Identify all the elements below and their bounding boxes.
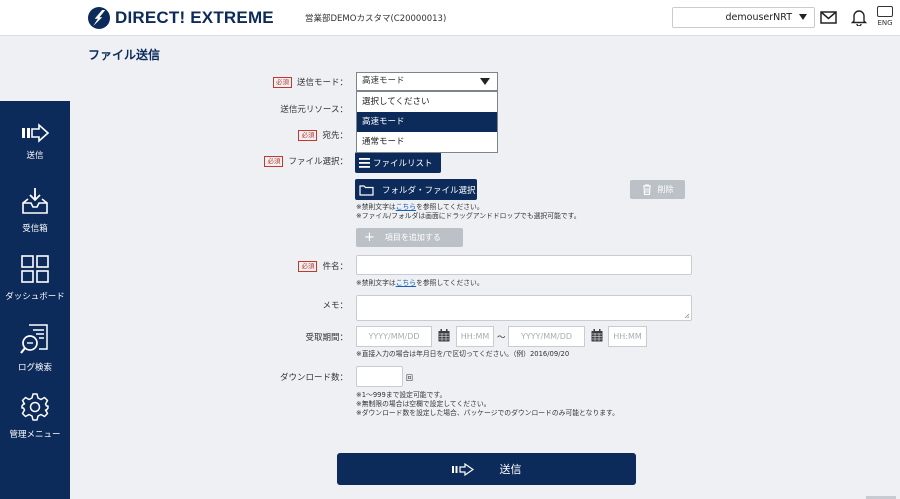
memo-textarea[interactable]	[356, 295, 692, 321]
logo-text: DIRECT! EXTREME	[115, 8, 274, 27]
add-item-button[interactable]: + 項目を追加する	[356, 228, 463, 247]
file-list-button[interactable]: ファイルリスト	[355, 152, 441, 173]
calendar-icon[interactable]	[591, 329, 603, 342]
sidebar-item-admin[interactable]: 管理メニュー	[0, 392, 70, 440]
mode-label-row: 必須 送信モード：	[272, 76, 348, 88]
caret-down-icon	[799, 14, 807, 20]
subject-label-row: 必須 件名：	[298, 260, 348, 272]
grid-icon	[21, 255, 49, 283]
trash-icon	[642, 184, 651, 195]
subject-label: 件名：	[322, 262, 348, 272]
to-label: 宛先：	[322, 131, 348, 141]
sidebar: 送信 受信箱 ダッシュボード ログ検索 管理メニュー	[0, 101, 70, 499]
memo-label: メモ：	[322, 301, 348, 311]
download-note-3: ※ダウンロード数を設定した場合、パッケージでのダウンロードのみ可能となります。	[356, 409, 619, 417]
dropdown-option[interactable]: 通常モード	[357, 132, 497, 152]
date-format-note: ※直接入力の場合は年月日を/で区切ってください。（例）2016/09/20	[356, 350, 570, 358]
header-bar: DIRECT! EXTREME 営業部DEMOカスタマ(C20000013) d…	[0, 0, 900, 36]
folder-icon	[359, 184, 374, 196]
delete-button[interactable]: 削除	[630, 180, 685, 199]
sidebar-item-log-search[interactable]: ログ検索	[0, 323, 70, 373]
end-time-input[interactable]: HH:MM	[608, 326, 647, 347]
dropdown-option[interactable]: 選択してください	[357, 92, 497, 112]
note-text: ※禁則文字は	[356, 203, 396, 211]
mode-label: 送信モード：	[296, 78, 348, 88]
calendar-icon[interactable]	[438, 329, 450, 342]
add-item-label: 項目を追加する	[384, 233, 441, 242]
download-count-input[interactable]	[356, 366, 403, 387]
subject-input[interactable]	[356, 255, 692, 275]
download-note-1: ※1～999まで設定可能です。	[356, 391, 447, 399]
download-note-2: ※無制限の場合は空欄で設定してください。	[356, 400, 491, 408]
send-mode-value: 高速モード	[362, 76, 405, 86]
company-name: 営業部DEMOカスタマ(C20000013)	[305, 14, 447, 24]
forbidden-chars-link[interactable]: こちら	[396, 279, 416, 287]
log-search-icon	[20, 324, 48, 354]
subject-forbidden-note: ※禁則文字はこちらを参照してください。	[356, 279, 484, 288]
plus-icon: +	[364, 229, 375, 245]
note-text: ※禁則文字は	[356, 279, 396, 287]
delete-label: 削除	[657, 185, 674, 194]
required-badge: 必須	[272, 77, 292, 88]
lightning-bolt-logo-icon	[88, 7, 110, 29]
drag-drop-note: ※ファイル/フォルダは画面にドラッグアンドドロップでも選択可能です。	[356, 212, 581, 220]
forbidden-chars-note: ※禁則文字はこちらを参照してください。	[356, 203, 484, 212]
start-time-input[interactable]: HH:MM	[456, 326, 494, 347]
caret-down-icon	[480, 78, 490, 85]
inbox-tray-icon	[22, 188, 48, 214]
sidebar-item-label: 送信	[26, 151, 44, 161]
sidebar-item-label: 受信箱	[22, 224, 48, 234]
submit-button[interactable]: 送信	[337, 453, 636, 485]
period-label: 受取期間：	[305, 333, 348, 343]
send-mode-dropdown: 選択してください 高速モード 通常モード	[356, 91, 498, 153]
sidebar-item-label: ダッシュボード	[5, 292, 65, 302]
sidebar-item-dashboard[interactable]: ダッシュボード	[0, 254, 70, 302]
hamburger-icon	[359, 157, 370, 168]
send-arrow-icon	[22, 123, 50, 143]
to-label-row: 必須 宛先：	[298, 129, 348, 141]
resource-label: 送信元リソース：	[280, 105, 348, 115]
user-dropdown[interactable]: demouserNRT	[672, 7, 815, 28]
folder-file-select-button[interactable]: フォルダ・ファイル選択	[355, 179, 477, 200]
file-label-row: 必須 ファイル選択：	[264, 155, 348, 167]
end-date-input[interactable]: YYYY/MM/DD	[508, 326, 585, 347]
user-name: demouserNRT	[725, 12, 792, 23]
gear-icon	[21, 393, 49, 421]
required-badge: 必須	[298, 261, 318, 272]
forbidden-chars-link[interactable]: こちら	[396, 203, 416, 211]
language-switch[interactable]: ENG	[876, 6, 894, 27]
sidebar-item-inbox[interactable]: 受信箱	[0, 186, 70, 234]
sidebar-item-send[interactable]: 送信	[0, 123, 70, 161]
mail-icon[interactable]	[820, 11, 837, 24]
language-icon	[877, 6, 893, 17]
folder-file-select-label: フォルダ・ファイル選択	[382, 185, 476, 196]
sidebar-item-label: ログ検索	[17, 363, 52, 373]
app-logo[interactable]: DIRECT! EXTREME	[88, 6, 274, 30]
file-label: ファイル選択：	[288, 157, 348, 167]
start-date-input[interactable]: YYYY/MM/DD	[356, 326, 432, 347]
download-unit: 回	[406, 374, 413, 382]
page-title: ファイル送信	[88, 48, 161, 62]
required-badge: 必須	[264, 156, 284, 167]
resize-handle-icon[interactable]	[684, 313, 690, 319]
required-badge: 必須	[298, 130, 318, 141]
range-separator: ～	[497, 333, 506, 343]
bell-icon[interactable]	[851, 9, 867, 26]
sidebar-item-label: 管理メニュー	[9, 430, 61, 440]
file-list-label: ファイルリスト	[373, 158, 433, 169]
note-text: を参照してください。	[416, 203, 484, 211]
downloads-label: ダウンロード数：	[279, 373, 348, 383]
dropdown-option-selected[interactable]: 高速モード	[357, 112, 497, 132]
note-text: を参照してください。	[416, 279, 484, 287]
send-mode-select[interactable]: 高速モード	[356, 72, 498, 91]
language-label: ENG	[877, 19, 893, 27]
submit-label: 送信	[499, 463, 522, 476]
send-arrow-icon	[451, 462, 474, 476]
